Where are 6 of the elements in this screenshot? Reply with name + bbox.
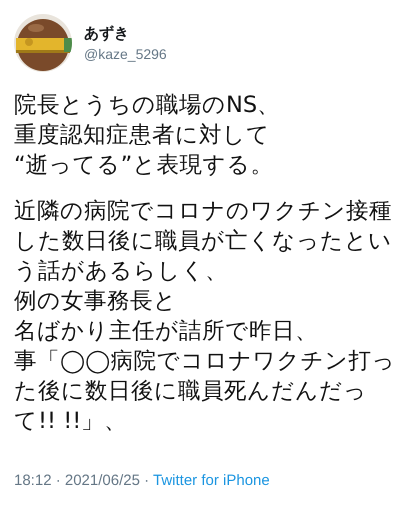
author-handle: @kaze_5296 <box>84 46 167 62</box>
source-link[interactable]: Twitter for iPhone <box>153 472 270 489</box>
tweet-paragraph: 近隣の病院でコロナのワクチン接種 した数日後に職員が亡くなったとい う話があるらしく、 例の女事務長と 名ばかり主任が詰所で昨日、 事「◯◯病院でコロナワクチン打っ た後に数日後に職員死んだんだっ て!! !!」、 <box>14 197 396 436</box>
tweet-timestamp: 18:12 · 2021/06/25 · <box>14 472 150 489</box>
author-name: あずき <box>84 24 130 43</box>
tweet-paragraph: 院長とうちの職場のNS、 重度認知症患者に対して “逝ってる”と表現する。 <box>14 91 282 180</box>
